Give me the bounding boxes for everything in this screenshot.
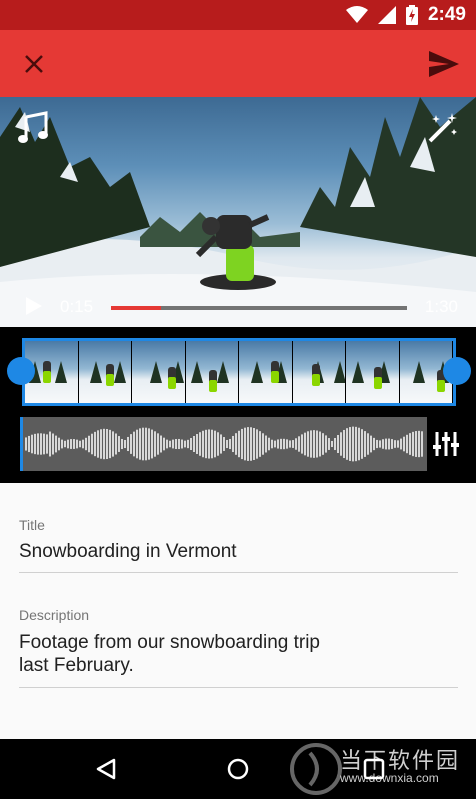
close-icon [25, 55, 43, 73]
video-preview[interactable]: 0:15 1:30 [0, 97, 476, 327]
audio-waveform[interactable] [20, 417, 427, 471]
filmstrip-frame [185, 341, 238, 403]
video-details-form: Title Snowboarding in Vermont Descriptio… [0, 483, 476, 739]
trim-handle-end[interactable] [443, 357, 471, 385]
title-label: Title [19, 517, 45, 533]
current-time: 0:15 [60, 297, 94, 316]
frame-tree [190, 361, 203, 383]
back-icon [96, 758, 116, 780]
seek-bar[interactable] [111, 306, 407, 310]
frame-tree [333, 361, 345, 383]
app-bar [0, 30, 476, 97]
description-underline [19, 687, 458, 688]
status-bar: 2:49 [0, 0, 476, 30]
filmstrip-frame [78, 341, 131, 403]
frame-rider [105, 364, 114, 386]
total-time: 1:30 [424, 297, 458, 316]
home-button[interactable] [220, 751, 256, 787]
title-underline [19, 572, 458, 573]
filmstrip-frame [292, 341, 345, 403]
frame-tree [352, 361, 364, 383]
battery-charging-icon [405, 5, 418, 25]
magic-wand-icon [428, 113, 457, 143]
timeline-editor [0, 327, 476, 483]
enhance-button[interactable] [426, 111, 460, 145]
status-icons: 2:49 [345, 0, 466, 30]
recents-button[interactable] [356, 751, 392, 787]
filmstrip[interactable] [22, 338, 456, 406]
status-time: 2:49 [427, 4, 466, 25]
recents-icon [363, 758, 385, 780]
play-icon [26, 297, 42, 315]
description-field[interactable]: Footage from our snowboarding trip last … [19, 631, 439, 677]
frame-tree [251, 361, 263, 383]
wifi-icon [345, 6, 368, 23]
filmstrip-frame [132, 341, 185, 403]
frame-tree [55, 361, 67, 383]
trim-handle-start[interactable] [7, 357, 35, 385]
back-button[interactable] [88, 751, 124, 787]
waveform-graph [25, 426, 423, 462]
frame-rider [43, 361, 51, 383]
seek-progress [111, 306, 162, 310]
signal-icon [377, 6, 396, 24]
description-line-1: Footage from our snowboarding trip [19, 632, 320, 653]
frame-tree [113, 361, 126, 383]
add-music-button[interactable] [16, 111, 50, 145]
playhead [20, 417, 23, 471]
frame-rider [374, 367, 382, 389]
frame-rider [311, 364, 320, 386]
frame-rider [271, 361, 279, 383]
title-field[interactable]: Snowboarding in Vermont [19, 540, 237, 563]
description-line-2: last February. [19, 655, 134, 676]
music-note-icon [18, 111, 48, 143]
player-controls: 0:15 1:30 [0, 287, 476, 327]
frame-rider [168, 367, 176, 389]
send-icon [429, 51, 459, 77]
home-icon [227, 758, 249, 780]
audio-mixer-icon [433, 432, 459, 456]
play-button[interactable] [22, 295, 44, 317]
frame-tree [216, 361, 229, 383]
frame-tree [412, 361, 425, 383]
send-button[interactable] [424, 44, 464, 84]
description-label: Description [19, 607, 90, 623]
frame-tree [150, 361, 162, 383]
filmstrip-frame [239, 341, 292, 403]
frame-rider [208, 370, 217, 392]
filmstrip-frame [346, 341, 399, 403]
navigation-bar: 当下软件园 www.downxia.com [0, 739, 476, 799]
frame-tree [89, 361, 102, 383]
audio-mixer-button[interactable] [432, 430, 460, 458]
close-button[interactable] [14, 44, 54, 84]
